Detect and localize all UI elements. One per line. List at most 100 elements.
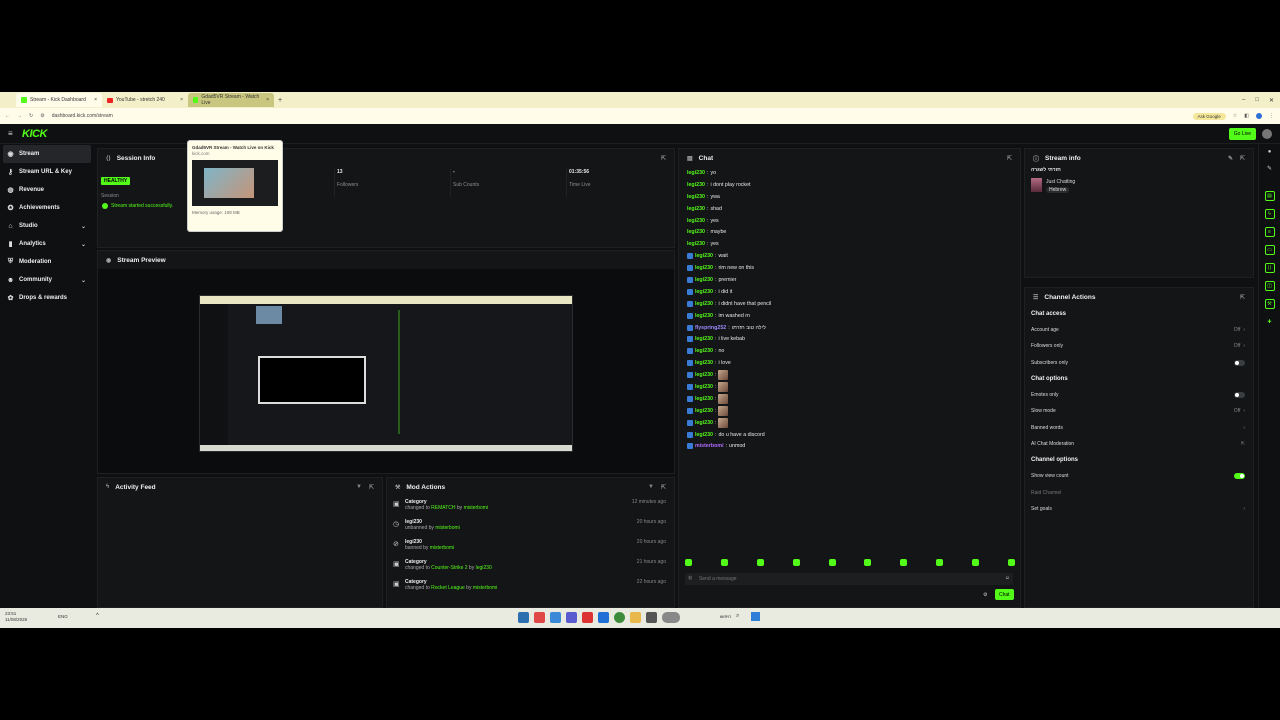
chat-username[interactable]: legi230 (695, 253, 713, 259)
go-live-button[interactable]: Go Live (1228, 128, 1256, 140)
emote-quick-icon[interactable] (972, 559, 979, 566)
edit-pencil-icon[interactable]: ✎ (1259, 165, 1280, 177)
browser-tab-kick-stream[interactable]: Gdad5VR Stream - Watch Live × (188, 93, 274, 107)
show-view-count-toggle[interactable] (1234, 473, 1245, 480)
maximize-button[interactable]: □ (1255, 97, 1259, 104)
minimize-button[interactable]: – (1242, 97, 1245, 104)
browser-tab-youtube[interactable]: YouTube - stretch 240 × (102, 93, 188, 107)
add-widget-icon[interactable]: ✚ (1265, 317, 1275, 327)
site-info-icon[interactable]: ⚙ (40, 113, 44, 119)
emote-image[interactable] (718, 370, 729, 381)
layout-icon[interactable]: ▤ (1264, 191, 1275, 201)
new-tab-button[interactable]: + (278, 97, 282, 104)
chat-username[interactable]: legi230 (695, 336, 713, 342)
setting-slow-mode[interactable]: Slow mode Off › (1025, 403, 1253, 419)
setting-account-age[interactable]: Account age Off › (1025, 322, 1253, 338)
app-icon[interactable] (646, 612, 657, 623)
chat-username[interactable]: legi230 (695, 408, 713, 414)
emote-image[interactable] (718, 393, 729, 404)
mod-action-actor[interactable]: misterbomi (435, 525, 459, 531)
emotes-only-toggle[interactable] (1234, 392, 1245, 399)
list-icon[interactable]: ≡ (1264, 227, 1275, 237)
emote-quick-icon[interactable] (864, 559, 872, 566)
popout-icon[interactable]: ⇱ (1240, 294, 1245, 301)
tag-chip[interactable]: Hebrew (1046, 187, 1070, 193)
setting-followers-only[interactable]: Followers only Off › (1025, 338, 1253, 354)
chat-username[interactable]: legi230 (695, 372, 713, 378)
chat-username[interactable]: legi230 (687, 194, 705, 200)
mod-action-target[interactable]: Rocket League (431, 585, 465, 591)
close-icon[interactable]: × (266, 97, 269, 103)
emote-quick-icon[interactable] (792, 559, 800, 566)
emote-quick-icon[interactable] (828, 559, 836, 566)
chat-username[interactable]: legi230 (695, 396, 713, 402)
url-field[interactable]: dashboard.kick.com/stream (52, 113, 113, 119)
popout-icon[interactable]: ⇱ (1240, 155, 1245, 162)
language-indicator[interactable]: ENG (58, 614, 68, 619)
chrome-icon[interactable] (614, 612, 625, 623)
chat-username[interactable]: legi230 (687, 170, 705, 176)
emote-image[interactable] (718, 405, 729, 416)
edit-pencil-icon[interactable]: ✎ (1228, 155, 1233, 162)
setting-set-goals[interactable]: Set goals › (1025, 501, 1253, 517)
sidebar-item-drops-rewards[interactable]: ✿ Drops & rewards (0, 289, 94, 307)
app-icon[interactable] (550, 612, 561, 623)
emote-quick-icon[interactable] (900, 559, 908, 566)
user-avatar[interactable] (1262, 129, 1272, 139)
chat-username[interactable]: legi230 (695, 384, 713, 390)
gear-icon[interactable]: ⚙ (983, 592, 987, 598)
taskbar-search[interactable]: חיפוש (720, 614, 731, 619)
popout-icon[interactable]: ⇱ (661, 484, 666, 491)
popout-icon[interactable]: ⇱ (369, 484, 374, 491)
close-icon[interactable]: × (94, 97, 97, 103)
stream-video[interactable] (199, 295, 573, 452)
mod-action-actor[interactable]: legi230 (476, 565, 492, 571)
app-icon[interactable] (662, 612, 680, 623)
window-close-button[interactable]: ✕ (1269, 97, 1274, 104)
chat-username[interactable]: legi230 (687, 206, 705, 212)
chat-bubble-icon[interactable]: ▭ (1264, 245, 1275, 255)
sidebar-item-stream-url-key[interactable]: ⚷ Stream URL & Key (0, 163, 94, 181)
youtube-icon[interactable] (582, 612, 593, 623)
ask-google-button[interactable]: Ask Google (1192, 112, 1226, 120)
subscribers-only-toggle[interactable] (1234, 359, 1245, 366)
hammer-icon[interactable]: ⚒ (1264, 299, 1275, 309)
emote-image[interactable] (718, 417, 729, 428)
setting-ai-chat-moderation[interactable]: AI Chat Moderation ⇱ (1025, 436, 1253, 452)
folder-icon[interactable] (630, 612, 641, 623)
hamburger-menu-icon[interactable]: ≡ (8, 129, 13, 138)
menu-dots-icon[interactable]: ⋮ (1269, 113, 1274, 119)
emote-quick-icon[interactable] (720, 559, 728, 566)
outlook-icon[interactable] (598, 612, 609, 623)
sidebar-item-community[interactable]: ☻ Community ⌄ (0, 271, 94, 289)
chat-username[interactable]: legi230 (687, 229, 705, 235)
bolt-icon[interactable]: ϟ (1264, 209, 1275, 219)
chat-username[interactable]: flyspring252 (695, 325, 726, 331)
mod-action-actor[interactable]: misterbomi (464, 505, 488, 511)
extensions-icon[interactable]: ◧ (1244, 113, 1249, 119)
sidebar-item-stream[interactable]: ◉ Stream (3, 145, 91, 163)
mod-action-actor[interactable]: misterbomi (430, 545, 454, 551)
chat-username[interactable]: legi230 (687, 218, 705, 224)
chat-username[interactable]: legi230 (695, 360, 713, 366)
chat-input[interactable] (699, 574, 999, 584)
chat-send-button[interactable]: Chat (995, 589, 1014, 600)
emote-image[interactable] (718, 381, 729, 392)
sidebar-item-revenue[interactable]: ◍ Revenue (0, 181, 94, 199)
setting-banned-words[interactable]: Banned words › (1025, 419, 1253, 435)
emote-quick-icon[interactable] (756, 559, 764, 566)
back-arrow-icon[interactable]: ← (5, 113, 10, 119)
steam-icon[interactable] (518, 612, 529, 623)
chat-username[interactable]: legi230 (695, 265, 713, 271)
chat-username[interactable]: legi230 (687, 182, 705, 188)
chat-username[interactable]: legi230 (695, 301, 713, 307)
chat-username[interactable]: legi230 (695, 420, 713, 426)
popout-icon[interactable]: ⇱ (1007, 155, 1012, 162)
filter-icon[interactable]: ▼ (356, 484, 362, 490)
mod-action-actor[interactable]: misterbomi (473, 585, 497, 591)
filter-icon[interactable]: ▼ (648, 484, 654, 490)
bookmark-star-icon[interactable]: ☆ (1233, 113, 1237, 119)
sidebar-item-analytics[interactable]: ▮ Analytics ⌄ (0, 235, 94, 253)
mod-action-target[interactable]: Counter-Strike 2 (431, 565, 467, 571)
windows-start-icon[interactable] (751, 612, 760, 621)
